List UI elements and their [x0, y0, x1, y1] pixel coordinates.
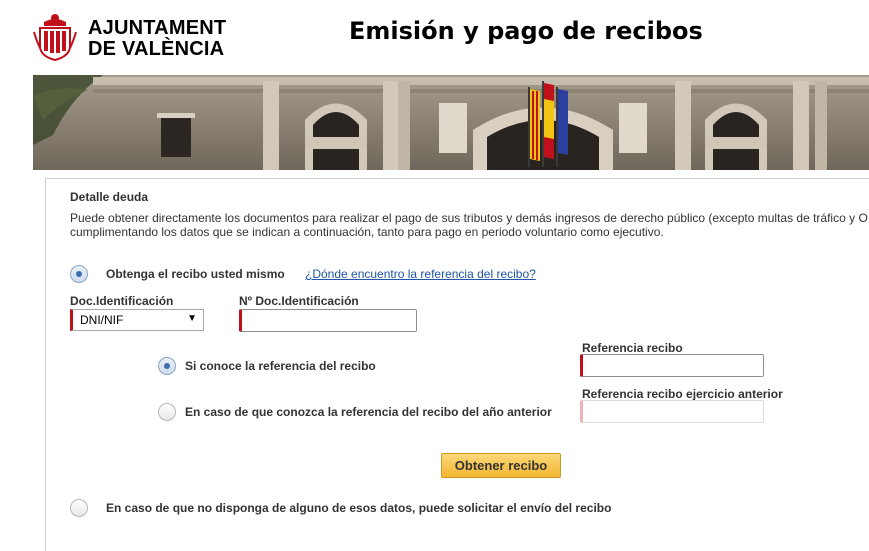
page-header: AJUNTAMENT DE VALÈNCIA Emisión y pago de… [0, 0, 869, 75]
radio-known-reference-label: Si conoce la referencia del recibo [185, 359, 376, 373]
page-title: Emisión y pago de recibos [349, 17, 703, 45]
doc-type-label: Doc.Identificación [70, 294, 174, 308]
radio-previous-year-reference-label: En caso de que conozca la referencia del… [185, 405, 552, 419]
radio-request-receipt[interactable] [70, 499, 88, 517]
city-crest-icon [33, 14, 77, 62]
radio-request-receipt-label: En caso de que no disponga de alguno de … [106, 501, 612, 515]
org-name-line1: AJUNTAMENT [88, 17, 227, 39]
reference-previous-label: Referencia recibo ejercicio anterior [582, 387, 783, 401]
reference-receipt-label: Referencia recibo [582, 341, 683, 355]
radio-obtain-self-label: Obtenga el recibo usted mismo [106, 267, 285, 281]
doc-type-select[interactable]: DNI/NIF ▼ [70, 309, 204, 331]
obtain-receipt-button[interactable]: Obtener recibo [441, 453, 561, 478]
radio-known-reference[interactable] [158, 357, 176, 375]
org-name: AJUNTAMENT DE VALÈNCIA [88, 18, 226, 60]
section-title: Detalle deuda [70, 190, 149, 204]
doc-number-label: Nº Doc.Identificación [239, 294, 359, 308]
reference-receipt-input[interactable] [580, 354, 764, 377]
doc-type-selected-value: DNI/NIF [80, 313, 124, 327]
where-reference-help-link[interactable]: ¿Dónde encuentro la referencia del recib… [305, 267, 536, 281]
radio-previous-year-reference[interactable] [158, 403, 176, 421]
city-hall-image [33, 75, 869, 170]
org-name-line2: DE VALÈNCIA [88, 38, 225, 60]
dropdown-arrow-icon: ▼ [187, 313, 197, 324]
intro-text-line1: Puede obtener directamente los documento… [70, 211, 868, 225]
radio-obtain-self[interactable] [70, 265, 88, 283]
intro-text-line2: cumplimentando los datos que se indican … [70, 225, 664, 239]
intro-text: Puede obtener directamente los documento… [70, 211, 869, 239]
city-hall-banner [33, 75, 869, 170]
doc-number-input[interactable] [239, 309, 417, 332]
reference-previous-input[interactable] [580, 400, 764, 423]
